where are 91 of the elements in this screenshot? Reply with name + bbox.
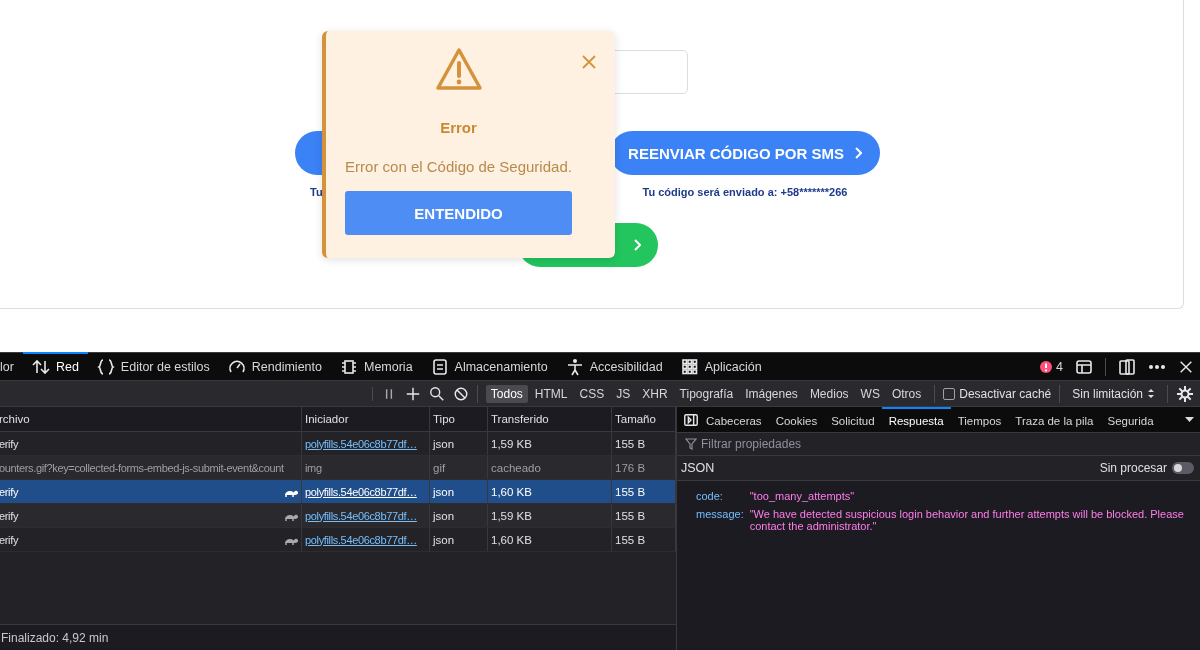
devtools-tab[interactable]: Aplicación	[671, 352, 771, 380]
grid-icon	[680, 358, 699, 376]
destination-caption: Tu código será enviado a: +58*******266	[642, 186, 848, 198]
checkbox[interactable]	[943, 387, 956, 400]
devtools-tab[interactable]: lor	[0, 352, 23, 380]
checkbox-label[interactable]: Desactivar caché	[959, 386, 1052, 401]
chevron-right-icon	[633, 239, 641, 251]
column-header[interactable]: Tipo	[430, 407, 488, 431]
table-cell: 1,60 KB	[491, 533, 532, 546]
table-cell: json	[433, 533, 455, 546]
sidebar-icon[interactable]	[683, 411, 699, 428]
table-cell: json	[433, 485, 455, 498]
dialog-title: Error	[440, 119, 477, 136]
table-cell: json	[433, 437, 455, 450]
table-cell: gif	[433, 461, 446, 474]
property-value: "We have detected suspicious login behavior and further attempts will be blocked. Please contact the administrator."	[749, 508, 1185, 532]
error-icon	[1039, 359, 1054, 374]
column-header[interactable]: Iniciador	[302, 407, 430, 431]
table-cell: 155 B	[615, 485, 646, 498]
filter-button[interactable]: Todos	[485, 384, 528, 403]
filter-button[interactable]: Tipografía	[674, 384, 739, 403]
devtools-tab[interactable]: Almacenamiento	[421, 352, 557, 380]
filter-button[interactable]: Imágenes	[740, 384, 803, 403]
table-cell: 155 B	[615, 437, 646, 450]
updown-icon	[1147, 388, 1155, 399]
chip-icon	[339, 358, 358, 376]
devtools-tab[interactable]: Accesibilidad	[556, 352, 672, 380]
filter-button[interactable]: XHR	[637, 384, 673, 403]
table-cell: erify	[0, 533, 19, 546]
dropdown-icon[interactable]	[1185, 417, 1194, 422]
block-icon[interactable]	[452, 385, 469, 402]
column-header[interactable]: rchivo	[0, 407, 302, 431]
figure-icon	[565, 358, 584, 376]
search-icon[interactable]	[428, 385, 445, 402]
table-cell: 155 B	[615, 509, 646, 522]
details-tab[interactable]: Traza de la pila	[1008, 407, 1101, 432]
property-key: message:	[696, 508, 744, 532]
devtools-tab[interactable]: Rendimiento	[218, 352, 331, 380]
filter-field[interactable]: Filtrar propiedades	[701, 437, 802, 451]
table-cell: 1,59 KB	[491, 437, 532, 450]
details-tab[interactable]: Tiempos	[950, 407, 1009, 432]
close-icon[interactable]	[1178, 358, 1194, 375]
table-cell: erify	[0, 485, 19, 498]
destination-caption: Tu	[310, 186, 323, 198]
table-cell: 1,59 KB	[491, 509, 532, 522]
table-cell: 176 B	[615, 461, 646, 474]
table-cell: erify	[0, 509, 19, 522]
throttling-select[interactable]: Sin limitación	[1068, 386, 1159, 401]
initiator-link[interactable]: polyfills.54e06c8b77df…	[305, 437, 417, 450]
filter-button[interactable]: HTML	[529, 384, 573, 403]
filter-icon	[685, 438, 697, 450]
filter-button[interactable]: CSS	[574, 384, 610, 403]
column-header[interactable]: Tamaño	[612, 407, 676, 431]
toggle-label: Sin procesar	[1099, 461, 1167, 475]
view-label: JSON	[681, 461, 715, 475]
property-key: code:	[696, 490, 744, 502]
status-text: Finalizado: 4,92 min	[1, 630, 109, 645]
table-cell: ounters.gif?key=collected-forms-embed-js-submit-event&count	[0, 461, 284, 474]
filter-button[interactable]: Medios	[804, 384, 854, 403]
plus-icon[interactable]	[404, 385, 421, 402]
table-cell: cacheado	[491, 461, 541, 474]
dialog-message: Error con el Código de Seguridad.	[345, 158, 572, 175]
table-cell: img	[305, 461, 322, 474]
initiator-link[interactable]: polyfills.54e06c8b77df…	[305, 485, 417, 498]
storage-icon	[430, 358, 449, 376]
table-cell: 1,60 KB	[491, 485, 532, 498]
error-count[interactable]: 4	[1039, 359, 1063, 374]
table-cell: 155 B	[615, 533, 646, 546]
details-tab[interactable]: Cookies	[768, 407, 825, 432]
property-value: "too_many_attempts"	[749, 490, 856, 502]
arrows-icon	[31, 358, 50, 376]
braces-icon	[96, 358, 115, 376]
layout-icon[interactable]	[1075, 357, 1093, 376]
details-tab[interactable]: Cabeceras	[699, 407, 769, 432]
filter-button[interactable]: Otros	[886, 384, 927, 403]
toggle-switch[interactable]	[1172, 462, 1194, 474]
initiator-link[interactable]: polyfills.54e06c8b77df…	[305, 509, 417, 522]
filter-button[interactable]: WS	[855, 384, 885, 403]
filter-button[interactable]: JS	[611, 384, 636, 403]
table-cell: json	[433, 509, 455, 522]
responsive-icon[interactable]	[1118, 357, 1136, 376]
warning-icon	[434, 47, 483, 91]
details-tab[interactable]: Solicitud	[824, 407, 882, 432]
column-header[interactable]: Transferido	[488, 407, 612, 431]
settings-icon[interactable]	[1176, 384, 1194, 403]
chevron-right-icon	[853, 147, 862, 159]
details-tab[interactable]: Segurida	[1100, 407, 1161, 432]
devtools-tab[interactable]: Editor de estilos	[87, 352, 219, 380]
devtools-tab[interactable]: Memoria	[330, 352, 422, 380]
initiator-link[interactable]: polyfills.54e06c8b77df…	[305, 533, 417, 546]
table-cell: erify	[0, 437, 19, 450]
